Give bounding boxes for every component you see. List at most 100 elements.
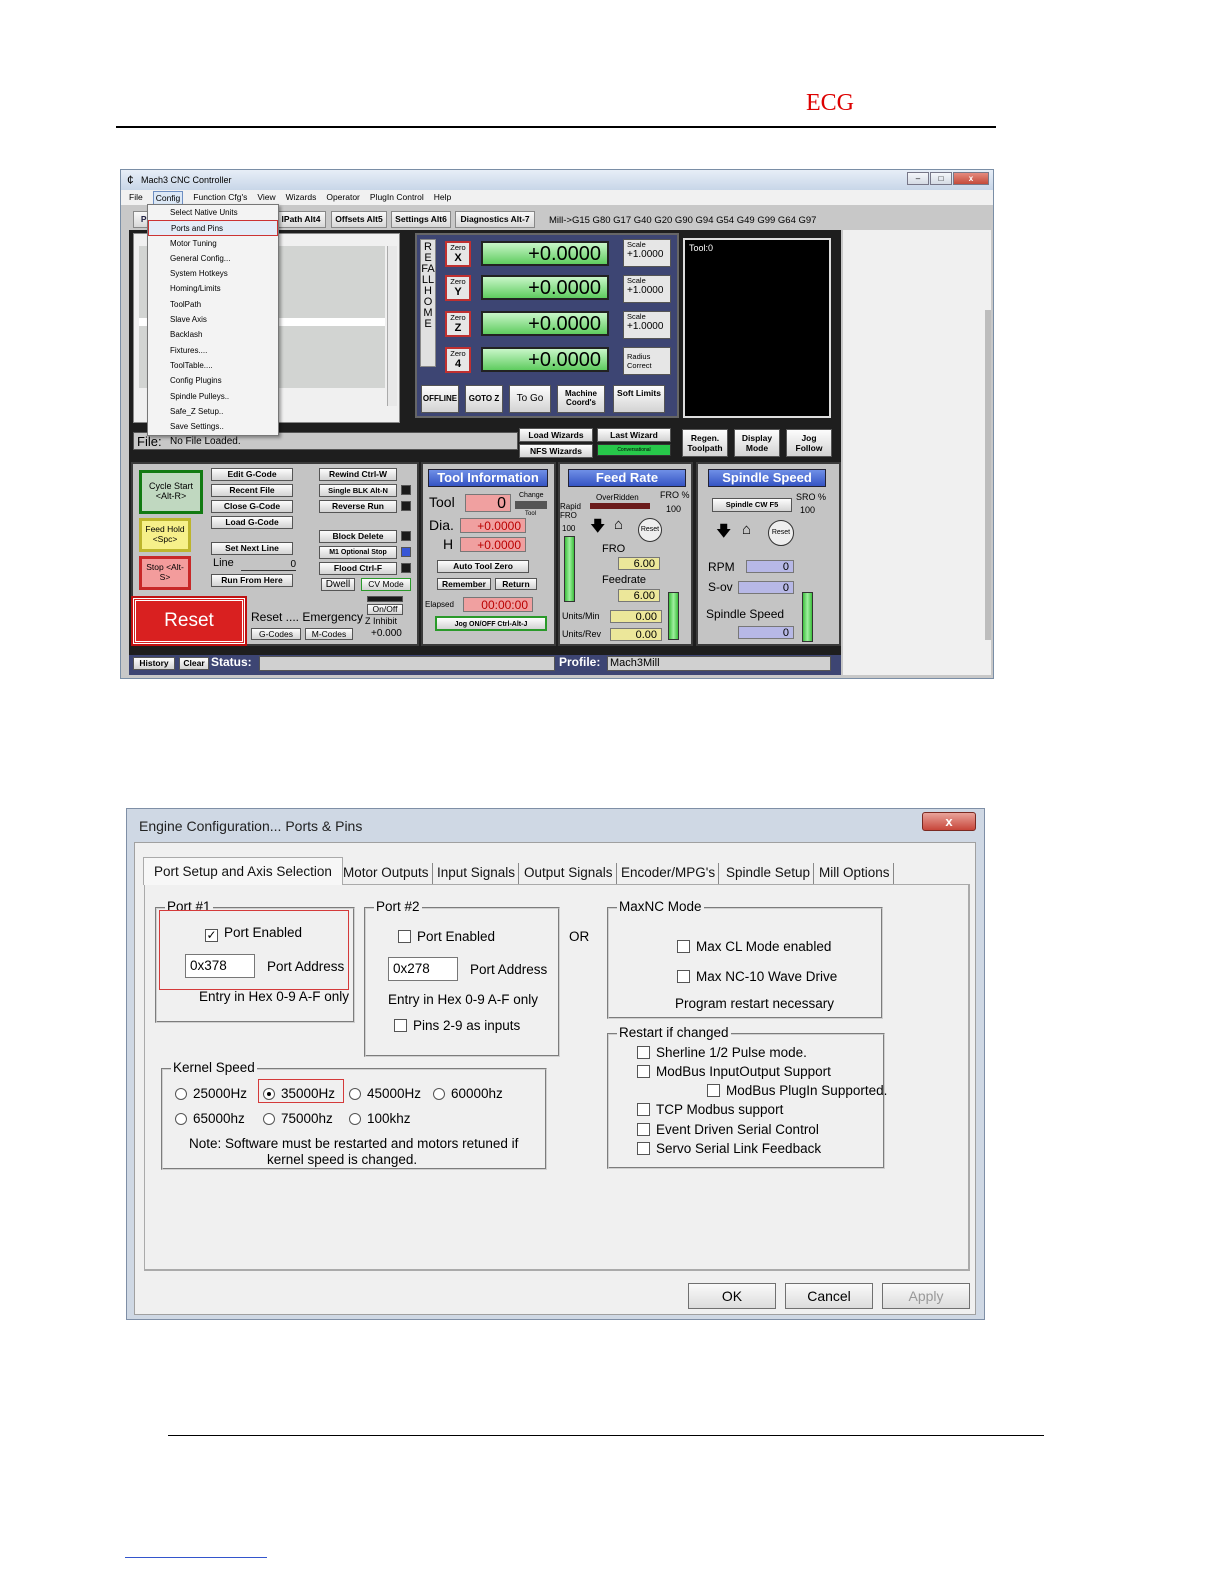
kernel-60000-radio[interactable]: 60000hz	[433, 1086, 503, 1101]
dialog-close-icon[interactable]: x	[922, 812, 976, 831]
nfs-wizards-button[interactable]: NFS Wizards	[519, 444, 593, 458]
scale-z[interactable]: Scale +1.0000	[623, 311, 671, 339]
tab-spindle-setup[interactable]: Spindle Setup	[723, 863, 815, 885]
apply-button[interactable]: Apply	[882, 1283, 970, 1309]
close-gcode-button[interactable]: Close G-Code	[211, 500, 293, 513]
sro-home-icon[interactable]: ⌂	[742, 521, 751, 538]
pins-as-inputs-checkbox[interactable]: Pins 2-9 as inputs	[394, 1018, 520, 1033]
close-icon[interactable]: x	[953, 172, 989, 185]
display-mode-button[interactable]: Display Mode	[734, 429, 780, 457]
tab-mill-options[interactable]: Mill Options	[816, 863, 894, 885]
zero-y-button[interactable]: Zero Y	[445, 275, 471, 301]
tab-settings[interactable]: Settings Alt6	[391, 211, 451, 228]
menu-item-fixtures[interactable]: Fixtures....	[148, 343, 278, 358]
conversational-button[interactable]: Conversational	[597, 444, 671, 456]
spindle-speed-value[interactable]: 0	[738, 626, 794, 639]
flood-button[interactable]: Flood Ctrl-F	[319, 562, 397, 575]
stop-button[interactable]: Stop <Alt-S>	[139, 556, 191, 590]
machine-coords-button[interactable]: Machine Coord's	[557, 385, 605, 413]
minimize-icon[interactable]: –	[907, 172, 929, 185]
cancel-button[interactable]: Cancel	[785, 1283, 873, 1309]
last-wizard-button[interactable]: Last Wizard	[597, 428, 671, 442]
servo-serial-link-checkbox[interactable]: Servo Serial Link Feedback	[637, 1141, 821, 1156]
m1-optional-stop-button[interactable]: M1 Optional Stop	[319, 546, 397, 559]
menu-item-config-plugins[interactable]: Config Plugins	[148, 373, 278, 388]
offline-button[interactable]: OFFLINE	[421, 385, 459, 413]
window-right-scrollbar[interactable]	[985, 310, 991, 640]
tab-output-signals[interactable]: Output Signals	[521, 863, 617, 885]
block-delete-button[interactable]: Block Delete	[319, 530, 397, 543]
fro-home-icon[interactable]: ⌂	[614, 516, 623, 533]
diameter-value[interactable]: +0.0000	[460, 518, 526, 533]
max-nc10-wave-drive-checkbox[interactable]: Max NC-10 Wave Drive	[677, 969, 837, 984]
set-next-line-button[interactable]: Set Next Line	[211, 542, 293, 555]
reset-button[interactable]: Reset	[131, 596, 247, 646]
tab-motor-outputs[interactable]: Motor Outputs	[340, 863, 433, 885]
sro-reset-button[interactable]: Reset	[768, 520, 794, 546]
z-inhibit-value[interactable]: +0.000	[371, 628, 402, 639]
scale-y[interactable]: Scale +1.0000	[623, 275, 671, 303]
auto-tool-zero-button[interactable]: Auto Tool Zero	[437, 560, 529, 573]
jog-onoff-button[interactable]: Jog ON/OFF Ctrl-Alt-J	[435, 616, 547, 631]
fro-down-icon[interactable]: 🡇	[590, 516, 605, 541]
to-go-button[interactable]: To Go	[509, 385, 551, 413]
port2-enabled-checkbox[interactable]: Port Enabled	[398, 929, 495, 944]
menu-item-system-hotkeys[interactable]: System Hotkeys	[148, 266, 278, 281]
tab-toolpath[interactable]: lPath Alt4	[276, 211, 326, 228]
tab-offsets[interactable]: Offsets Alt5	[331, 211, 387, 228]
menu-item-save-settings[interactable]: Save Settings..	[148, 419, 278, 434]
ok-button[interactable]: OK	[688, 1283, 776, 1309]
event-driven-serial-checkbox[interactable]: Event Driven Serial Control	[637, 1122, 819, 1137]
menu-view[interactable]: View	[257, 190, 275, 205]
clear-button[interactable]: Clear	[179, 657, 209, 670]
menu-item-slave-axis[interactable]: Slave Axis	[148, 312, 278, 327]
regen-toolpath-button[interactable]: Regen. Toolpath	[682, 429, 728, 457]
goto-z-button[interactable]: GOTO Z	[465, 385, 503, 413]
port2-address-input[interactable]: 0x278	[388, 957, 458, 981]
return-button[interactable]: Return	[495, 578, 537, 590]
toolpath-display[interactable]: Tool:0	[683, 238, 831, 418]
tcp-modbus-checkbox[interactable]: TCP Modbus support	[637, 1102, 783, 1117]
radius-correct-button[interactable]: Radius Correct	[623, 347, 671, 375]
tab-port-setup[interactable]: Port Setup and Axis Selection	[143, 857, 343, 885]
gcodes-button[interactable]: G-Codes	[251, 628, 301, 640]
tool-number[interactable]: 0	[465, 494, 511, 512]
rewind-button[interactable]: Rewind Ctrl-W	[319, 468, 397, 481]
load-gcode-button[interactable]: Load G-Code	[211, 516, 293, 529]
feed-hold-button[interactable]: Feed Hold <Spc>	[139, 518, 191, 552]
kernel-45000-radio[interactable]: 45000Hz	[349, 1086, 421, 1101]
zero-z-button[interactable]: Zero Z	[445, 311, 471, 337]
menu-plugin-control[interactable]: PlugIn Control	[370, 190, 424, 205]
scale-x[interactable]: Scale +1.0000	[623, 239, 671, 267]
tab-encoder-mpgs[interactable]: Encoder/MPG's	[618, 863, 720, 885]
menu-item-homing-limits[interactable]: Homing/Limits	[148, 281, 278, 296]
menu-item-toolpath[interactable]: ToolPath	[148, 297, 278, 312]
history-button[interactable]: History	[133, 657, 175, 670]
h-value[interactable]: +0.0000	[460, 537, 526, 552]
mcodes-button[interactable]: M-Codes	[305, 628, 353, 640]
gcode-scrollbar[interactable]	[387, 246, 397, 406]
load-wizards-button[interactable]: Load Wizards	[519, 428, 593, 442]
single-block-button[interactable]: Single BLK Alt-N	[319, 484, 397, 497]
cycle-start-button[interactable]: Cycle Start <Alt-R>	[139, 470, 203, 514]
kernel-100k-radio[interactable]: 100khz	[349, 1111, 411, 1126]
menu-operator[interactable]: Operator	[326, 190, 360, 205]
menu-item-safe-z-setup[interactable]: Safe_Z Setup..	[148, 404, 278, 419]
menu-config[interactable]: Config	[152, 191, 184, 205]
ref-all-home-button[interactable]: REFALLHOME	[420, 239, 436, 367]
sherline-pulse-checkbox[interactable]: Sherline 1/2 Pulse mode.	[637, 1045, 807, 1060]
maximize-icon[interactable]: □	[930, 172, 952, 185]
line-value[interactable]: 0	[241, 559, 296, 571]
sro-slider[interactable]	[802, 592, 813, 642]
run-from-here-button[interactable]: Run From Here	[211, 574, 293, 587]
reverse-run-button[interactable]: Reverse Run	[319, 500, 397, 513]
menu-help[interactable]: Help	[434, 190, 451, 205]
zero-x-button[interactable]: Zero X	[445, 241, 471, 267]
menu-item-ports-and-pins[interactable]: Ports and Pins	[148, 220, 278, 236]
tab-input-signals[interactable]: Input Signals	[434, 863, 520, 885]
kernel-65000-radio[interactable]: 65000hz	[175, 1111, 245, 1126]
feedrate-value[interactable]: 6.00	[618, 589, 660, 602]
menu-function-cfgs[interactable]: Function Cfg's	[193, 190, 247, 205]
menu-item-tooltable[interactable]: ToolTable....	[148, 358, 278, 373]
menu-item-general-config[interactable]: General Config...	[148, 251, 278, 266]
